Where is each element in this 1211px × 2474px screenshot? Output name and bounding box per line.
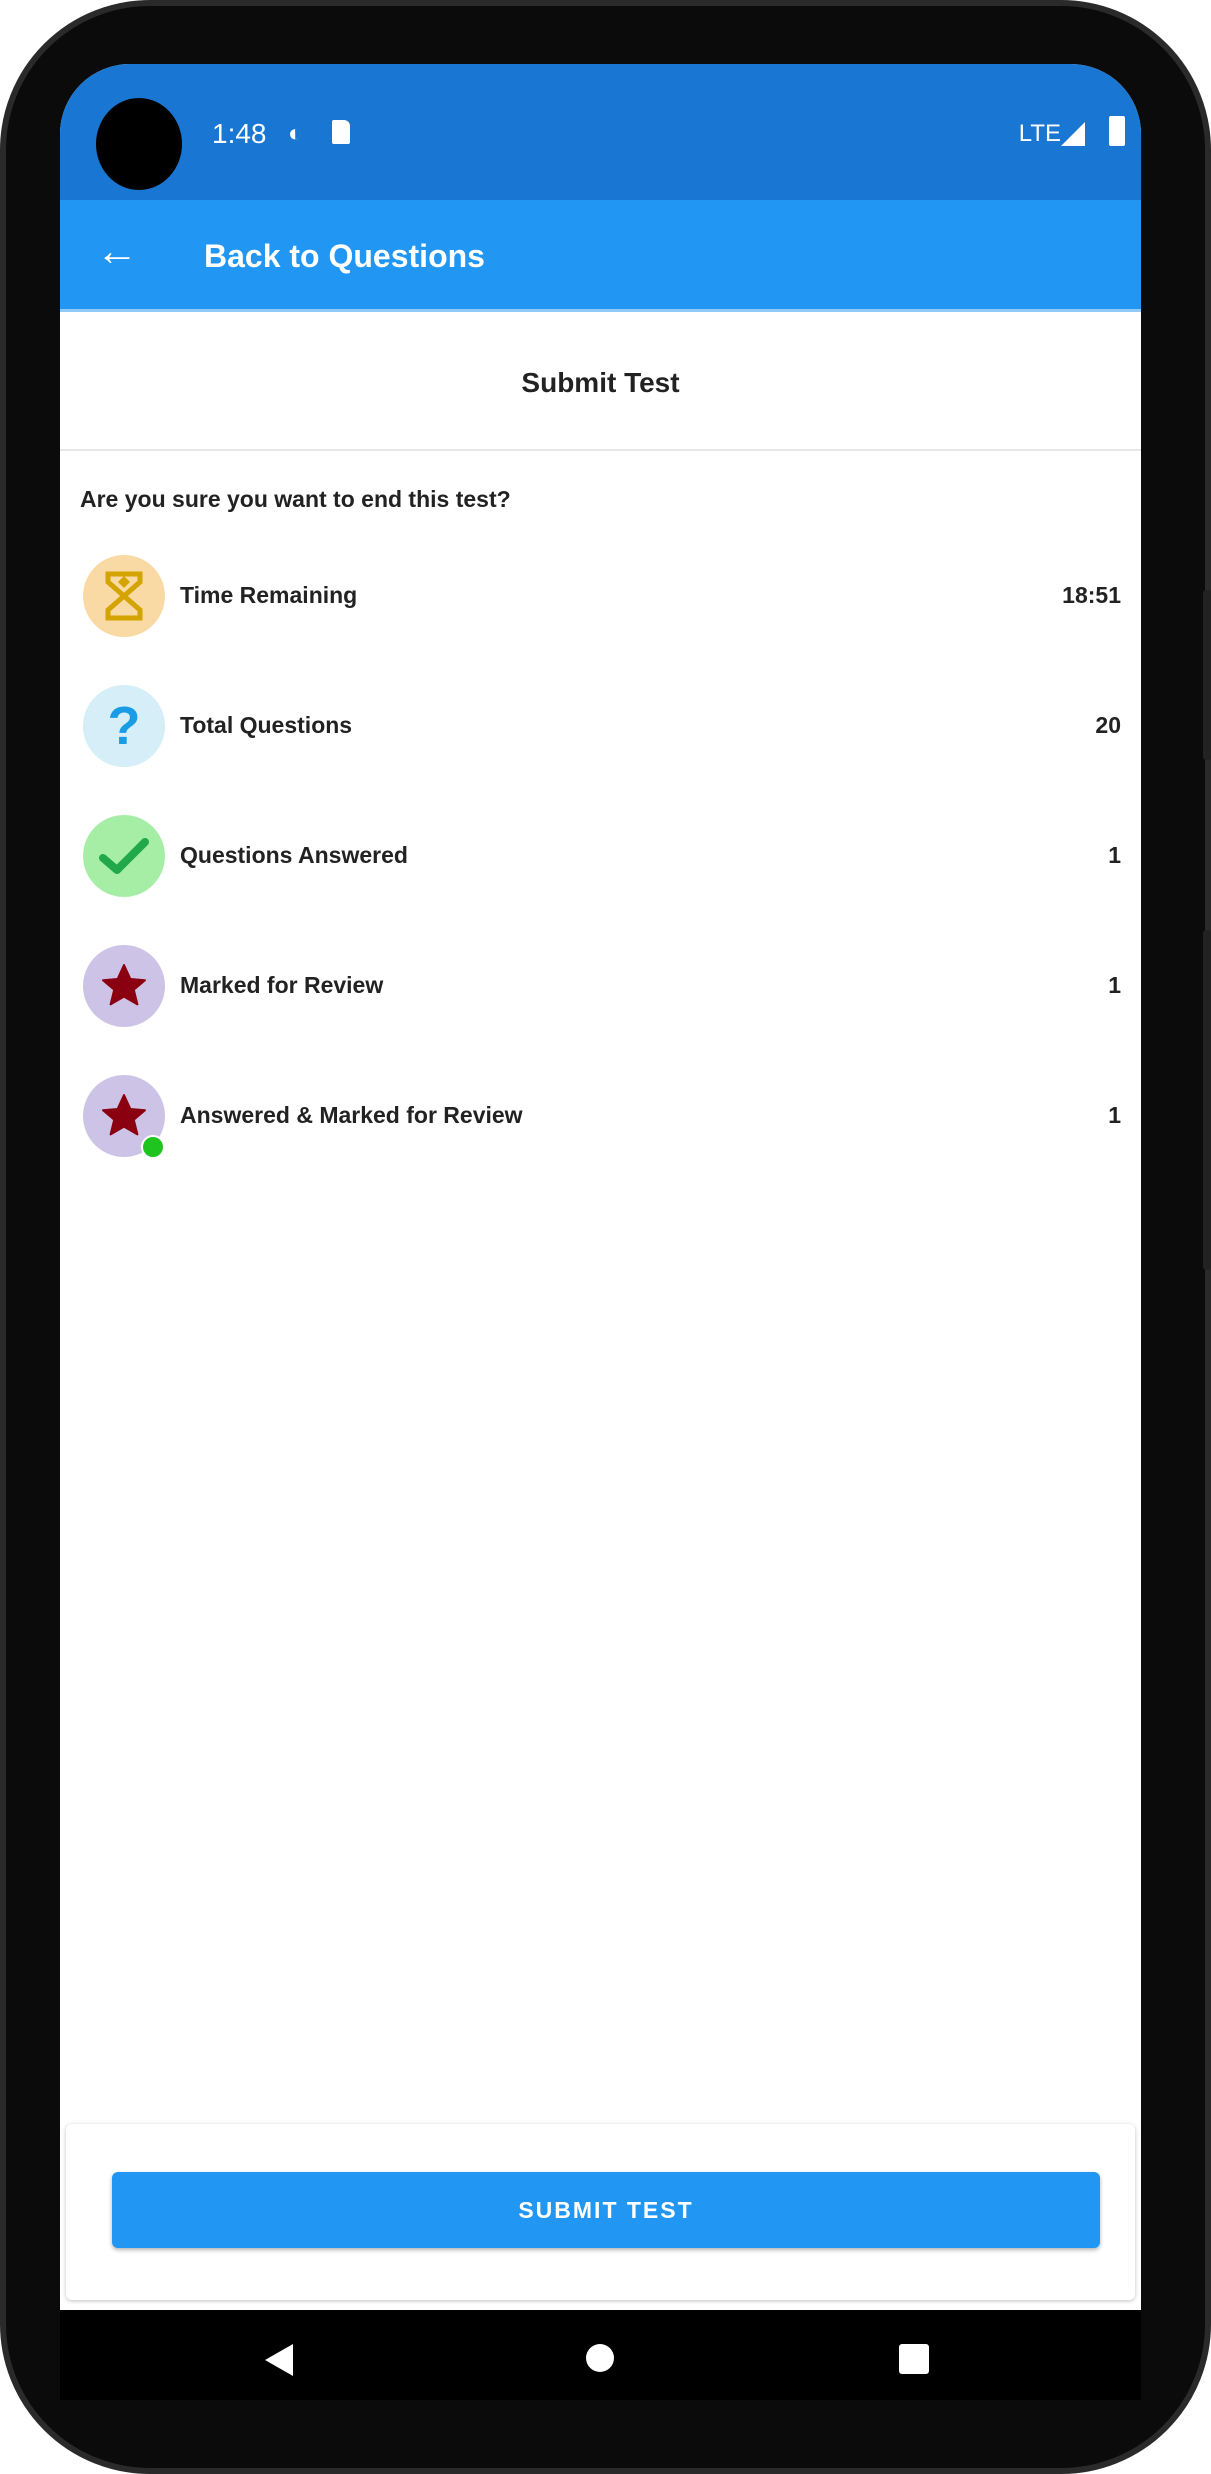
- stat-label: Time Remaining: [180, 582, 358, 608]
- battery-icon: [1109, 116, 1125, 146]
- question-icon: ?: [83, 685, 165, 767]
- stat-row: ? Total Questions 20: [80, 681, 1121, 771]
- camera-cutout: [96, 98, 182, 190]
- submit-card: SUBMIT TEST: [66, 2124, 1135, 2300]
- app-bar: ← Back to Questions: [60, 200, 1141, 312]
- stat-label: Answered & Marked for Review: [180, 1102, 523, 1128]
- nav-home-icon[interactable]: [586, 2344, 614, 2372]
- back-to-questions-link[interactable]: Back to Questions: [204, 238, 485, 275]
- stat-label: Questions Answered: [180, 842, 408, 868]
- stat-row: Questions Answered 1: [80, 811, 1121, 901]
- stat-value: 18:51: [1062, 582, 1121, 608]
- answered-badge-icon: [141, 1135, 165, 1159]
- status-time: 1:48: [212, 118, 267, 149]
- volume-button: [1203, 590, 1211, 760]
- notification-icon: ◐: [288, 120, 303, 147]
- screen: 1:48 ◐ LTE ← Back to Questions Submit Te…: [60, 64, 1141, 2400]
- star-icon: [83, 1075, 165, 1159]
- signal-icon: [1061, 122, 1085, 146]
- check-icon: [83, 815, 165, 897]
- stat-row: Time Remaining 18:51: [80, 551, 1121, 641]
- page-title: Submit Test: [60, 315, 1141, 451]
- stat-value: 1: [1108, 1102, 1121, 1128]
- nav-back-icon[interactable]: [265, 2344, 293, 2376]
- navigation-bar: [60, 2310, 1141, 2400]
- status-bar: 1:48 ◐ LTE: [60, 64, 1141, 200]
- power-button: [1203, 930, 1211, 1270]
- stat-row: Marked for Review 1: [80, 941, 1121, 1031]
- stat-value: 1: [1108, 972, 1121, 998]
- confirm-prompt: Are you sure you want to end this test?: [80, 486, 511, 512]
- network-label: LTE: [1018, 120, 1061, 147]
- submit-test-button[interactable]: SUBMIT TEST: [112, 2172, 1100, 2248]
- stat-label: Marked for Review: [180, 972, 384, 998]
- hourglass-icon: [83, 555, 165, 637]
- stat-value: 1: [1108, 842, 1121, 868]
- stat-label: Total Questions: [180, 712, 353, 738]
- stat-value: 20: [1095, 712, 1121, 738]
- back-arrow-icon[interactable]: ←: [96, 230, 138, 272]
- stat-row: Answered & Marked for Review 1: [80, 1071, 1121, 1161]
- nav-recents-icon[interactable]: [899, 2344, 929, 2374]
- sd-card-icon: [332, 120, 350, 144]
- star-icon: [83, 945, 165, 1027]
